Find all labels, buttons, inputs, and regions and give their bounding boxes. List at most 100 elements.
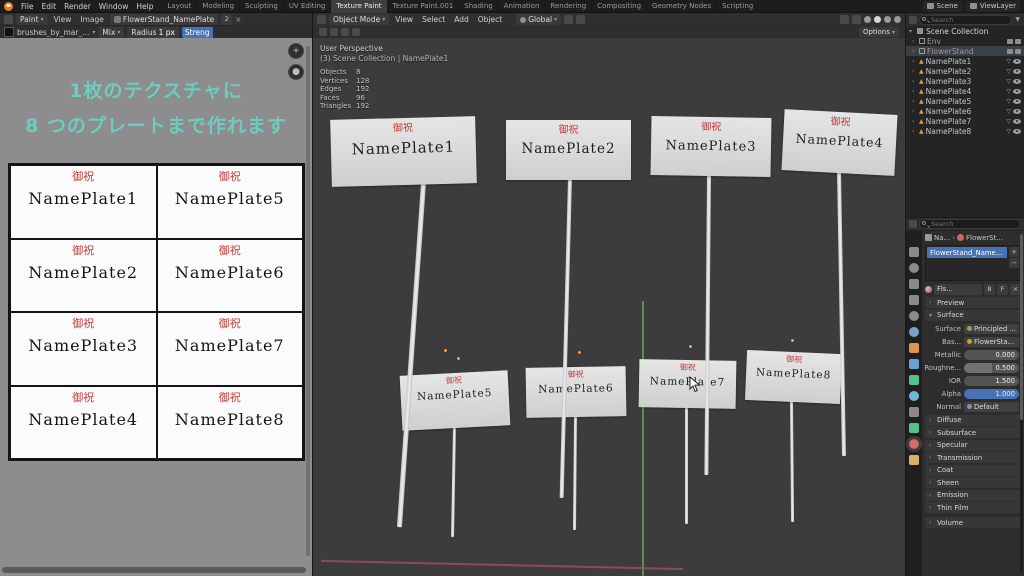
tab-physics-icon[interactable] bbox=[909, 391, 919, 401]
chevron-right-icon[interactable]: › bbox=[912, 108, 917, 115]
nameplate-object[interactable]: 御祝 NamePlate1 bbox=[330, 116, 477, 187]
filter-icon[interactable]: ▼ bbox=[1014, 16, 1021, 23]
tab-view-layer-icon[interactable] bbox=[909, 295, 919, 305]
users-badge[interactable]: 8 bbox=[984, 283, 995, 295]
chevron-down-icon[interactable]: ▾ bbox=[909, 28, 914, 35]
outliner-item-nameplate6[interactable]: › ▲ NamePlate6 ▽ bbox=[906, 106, 1024, 116]
image-datablock[interactable]: FlowerStand_NamePlate bbox=[109, 13, 219, 25]
plate-stick[interactable] bbox=[572, 414, 577, 531]
material-preview-icon[interactable] bbox=[925, 285, 932, 293]
eye-icon[interactable] bbox=[1013, 68, 1021, 74]
tab-constraints-icon[interactable] bbox=[909, 407, 919, 417]
visibility-toggles-icon[interactable] bbox=[840, 15, 849, 24]
eye-icon[interactable] bbox=[1013, 108, 1021, 114]
tab-tool-icon[interactable] bbox=[909, 247, 919, 257]
tab-modifiers-icon[interactable] bbox=[909, 359, 919, 369]
preview-section[interactable]: › Preview bbox=[925, 297, 1021, 308]
pan-icon[interactable]: ● bbox=[288, 64, 304, 80]
tool-icon[interactable] bbox=[319, 28, 327, 36]
chevron-right-icon[interactable]: › bbox=[912, 38, 917, 45]
outliner-item-nameplate1[interactable]: › ▲ NamePlate1 ▽ bbox=[906, 56, 1024, 66]
chevron-right-icon[interactable]: › bbox=[912, 78, 917, 85]
menu-add[interactable]: Add bbox=[451, 15, 472, 24]
nameplate-object[interactable]: 御祝 NamePlate5 bbox=[399, 370, 511, 431]
tab-sculpting[interactable]: Sculpting bbox=[240, 0, 284, 13]
outliner-item-nameplate8[interactable]: › ▲ NamePlate8 ▽ bbox=[906, 126, 1024, 136]
nameplate-object[interactable]: 御祝 NamePlate7 bbox=[638, 359, 737, 409]
breadcrumb-material[interactable]: FlowerSt... bbox=[966, 234, 1003, 242]
view-layer-selector[interactable]: ViewLayer bbox=[965, 0, 1020, 12]
nameplate-object[interactable]: 御祝 NamePlate6 bbox=[525, 366, 627, 418]
properties-search[interactable] bbox=[919, 219, 1021, 229]
chevron-right-icon[interactable]: › bbox=[912, 128, 917, 135]
snap-magnet-icon[interactable] bbox=[564, 15, 574, 24]
material-slot-selected[interactable]: FlowerStand_Name... bbox=[927, 247, 1007, 258]
editor-type-icon[interactable] bbox=[909, 15, 917, 24]
tab-material-icon[interactable] bbox=[906, 436, 922, 452]
tab-object-icon[interactable] bbox=[909, 343, 919, 353]
scene-collection-row[interactable]: ▾ Scene Collection bbox=[906, 26, 1024, 36]
tab-output-icon[interactable] bbox=[909, 279, 919, 289]
base-color-input[interactable]: FlowerSta... bbox=[964, 336, 1019, 347]
plate-stick[interactable] bbox=[704, 174, 711, 476]
eye-icon[interactable] bbox=[1013, 118, 1021, 124]
brush-thumbnail[interactable] bbox=[4, 27, 14, 37]
tab-render-icon[interactable] bbox=[909, 263, 919, 273]
shading-material-icon[interactable] bbox=[884, 16, 891, 23]
search-input[interactable] bbox=[919, 14, 1013, 25]
outliner-item-nameplate3[interactable]: › ▲ NamePlate3 ▽ bbox=[906, 76, 1024, 86]
menu-view[interactable]: View bbox=[51, 15, 75, 24]
annotate-icon[interactable]: + bbox=[288, 43, 304, 59]
plate-stick[interactable] bbox=[685, 406, 688, 524]
render-icon[interactable] bbox=[1015, 38, 1021, 44]
plate-stick[interactable] bbox=[451, 424, 456, 538]
material-name-field[interactable]: Fls... bbox=[934, 283, 982, 295]
paint-mode-dropdown[interactable]: Paint ▾ bbox=[16, 13, 48, 25]
sheen-section[interactable]: › Sheen bbox=[925, 477, 1021, 488]
ior-slider[interactable]: 1.500 bbox=[964, 375, 1019, 386]
tab-texture-icon[interactable] bbox=[909, 455, 919, 465]
diffuse-section[interactable]: › Diffuse bbox=[925, 414, 1021, 426]
slot-list[interactable]: FlowerStand_Name... bbox=[926, 246, 1008, 280]
image-editor-canvas[interactable]: 1枚のテクスチャに 8 つのプレートまで作れます 御祝 NamePlate1 御… bbox=[0, 38, 312, 576]
editor-type-icon[interactable] bbox=[909, 220, 917, 228]
grid-tool-icon[interactable] bbox=[352, 28, 360, 36]
shader-dropdown[interactable]: Principled ... bbox=[964, 323, 1019, 334]
chevron-right-icon[interactable]: › bbox=[912, 68, 917, 75]
radius-slider[interactable]: Radius 1 px bbox=[127, 26, 179, 38]
menu-object[interactable]: Object bbox=[475, 15, 505, 24]
tab-texture-paint[interactable]: Texture Paint bbox=[331, 0, 388, 13]
tab-animation[interactable]: Animation bbox=[499, 0, 546, 13]
outliner-item-nameplate4[interactable]: › ▲ NamePlate4 ▽ bbox=[906, 86, 1024, 96]
options-dropdown[interactable]: Options ▾ bbox=[858, 27, 899, 37]
plate-stick[interactable] bbox=[396, 182, 426, 528]
proportional-edit-icon[interactable] bbox=[576, 15, 586, 24]
add-slot-button[interactable]: + bbox=[1009, 247, 1019, 257]
outliner-item-nameplate5[interactable]: › ▲ NamePlate5 ▽ bbox=[906, 96, 1024, 106]
eye-icon[interactable] bbox=[1013, 98, 1021, 104]
chevron-right-icon[interactable]: › bbox=[912, 98, 917, 105]
grid-tool-icon[interactable] bbox=[330, 28, 338, 36]
plate-stick[interactable] bbox=[559, 177, 572, 498]
eye-icon[interactable] bbox=[1013, 88, 1021, 94]
grid-tool-icon[interactable] bbox=[341, 28, 349, 36]
volume-section[interactable]: › Volume bbox=[925, 517, 1021, 528]
menu-help[interactable]: Help bbox=[132, 2, 157, 11]
tab-world-icon[interactable] bbox=[909, 327, 919, 337]
menu-render[interactable]: Render bbox=[60, 2, 95, 11]
tab-compositing[interactable]: Compositing bbox=[592, 0, 648, 13]
tab-uv-editing[interactable]: UV Editing bbox=[284, 0, 332, 13]
properties-scrollbar[interactable] bbox=[1020, 234, 1023, 572]
menu-file[interactable]: File bbox=[17, 2, 38, 11]
plate-stick[interactable] bbox=[790, 399, 795, 523]
blend-mode-dropdown[interactable]: Mix ▾ bbox=[98, 26, 125, 38]
chevron-right-icon[interactable]: › bbox=[912, 88, 917, 95]
menu-view[interactable]: View bbox=[392, 15, 416, 24]
tab-rendering[interactable]: Rendering bbox=[545, 0, 593, 13]
outliner-item-env[interactable]: › Env bbox=[906, 36, 1024, 46]
menu-window[interactable]: Window bbox=[95, 2, 133, 11]
shading-solid-icon[interactable] bbox=[874, 16, 881, 23]
thin-film-section[interactable]: › Thin Film bbox=[925, 502, 1021, 513]
shading-wireframe-icon[interactable] bbox=[864, 16, 871, 23]
brush-name[interactable]: brushes_by_mar_... bbox=[17, 28, 89, 37]
